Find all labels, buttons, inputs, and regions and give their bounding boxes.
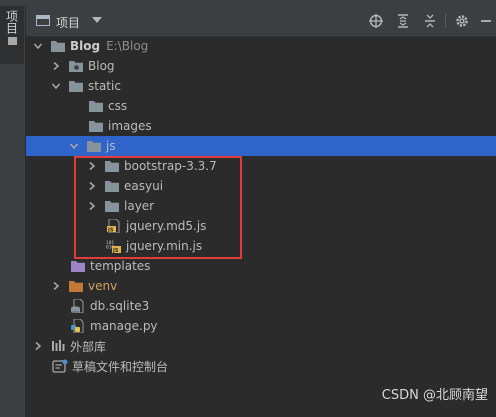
scratches-icon	[52, 359, 68, 373]
tree-row[interactable]: JS jquery.md5.js	[26, 216, 496, 236]
tree-row[interactable]: Blog	[26, 56, 496, 76]
tree-row[interactable]: 101 010 JS jquery.min.js	[26, 236, 496, 256]
collapse-all-icon[interactable]	[422, 13, 438, 29]
tree-row[interactable]: Blog E:\Blog	[26, 36, 496, 56]
tree-item-label: manage.py	[90, 319, 158, 333]
tree-item-label: js	[106, 139, 116, 153]
project-tree: Blog E:\Blog Blog static css images js bootstra…	[26, 36, 496, 376]
chevron-right-icon[interactable]	[50, 60, 62, 72]
project-tool-window-tab[interactable]: 项目	[0, 6, 24, 64]
tree-item-label: css	[108, 99, 128, 113]
chevron-down-icon[interactable]	[50, 80, 62, 92]
folder-icon	[86, 139, 102, 153]
folder-icon	[104, 179, 120, 193]
python-file-icon	[70, 319, 86, 333]
tree-item-label: images	[108, 119, 152, 133]
project-view-icon	[36, 15, 50, 26]
folder-icon	[104, 199, 120, 213]
chevron-right-icon[interactable]	[32, 340, 44, 352]
tree-row[interactable]: css	[26, 96, 496, 116]
chevron-right-icon[interactable]	[86, 180, 98, 192]
folder-icon	[104, 159, 120, 173]
library-icon	[50, 339, 66, 353]
venv-folder-icon	[68, 279, 84, 293]
chevron-right-icon[interactable]	[86, 200, 98, 212]
chevron-right-icon[interactable]	[86, 160, 98, 172]
chevron-right-icon[interactable]	[50, 280, 62, 292]
templates-folder-icon	[70, 259, 86, 273]
watermark: CSDN @北顾南望	[381, 388, 488, 403]
tree-row[interactable]: 外部库	[26, 336, 496, 356]
gear-icon[interactable]	[454, 13, 470, 29]
tree-row[interactable]: db.sqlite3	[26, 296, 496, 316]
folder-icon	[68, 79, 84, 93]
svg-text:JS: JS	[112, 248, 119, 253]
chevron-down-icon[interactable]	[92, 17, 102, 23]
folder-icon	[88, 119, 104, 133]
tree-row[interactable]: templates	[26, 256, 496, 276]
tree-item-label: easyui	[124, 179, 164, 193]
tree-row[interactable]: layer	[26, 196, 496, 216]
tree-row[interactable]: manage.py	[26, 316, 496, 336]
minified-js-file-icon: 101 010 JS	[106, 239, 122, 253]
package-folder-icon	[68, 59, 84, 73]
database-file-icon	[70, 299, 86, 313]
tree-row[interactable]: venv	[26, 276, 496, 296]
tree-item-label: 草稿文件和控制台	[72, 359, 169, 374]
folder-icon	[50, 39, 66, 53]
js-file-icon: JS	[106, 219, 122, 233]
tree-item-label: static	[88, 79, 121, 93]
tree-item-label: bootstrap-3.3.7	[124, 159, 217, 173]
project-tab-label: 项目	[4, 10, 19, 34]
locate-icon[interactable]	[368, 13, 384, 29]
project-toolbar: 项目	[26, 6, 496, 37]
tree-row[interactable]: bootstrap-3.3.7	[26, 156, 496, 176]
tree-item-path: E:\Blog	[106, 39, 149, 53]
tree-item-label: 外部库	[70, 339, 107, 354]
tree-row[interactable]: 草稿文件和控制台	[26, 356, 496, 376]
tree-item-label: layer	[124, 199, 155, 213]
hide-icon[interactable]	[478, 13, 494, 29]
chevron-down-icon[interactable]	[68, 140, 80, 152]
toolbar-divider	[445, 14, 446, 28]
tree-item-label: Blog	[88, 59, 115, 73]
tree-item-label: jquery.md5.js	[126, 219, 207, 233]
tree-item-label: templates	[90, 259, 151, 273]
tree-row[interactable]: easyui	[26, 176, 496, 196]
tree-item-label: jquery.min.js	[126, 239, 203, 253]
left-tool-strip	[0, 6, 26, 417]
tree-item-label: db.sqlite3	[90, 299, 150, 313]
chevron-down-icon[interactable]	[32, 40, 44, 52]
expand-all-icon[interactable]	[395, 13, 411, 29]
tree-item-label: Blog	[70, 39, 101, 53]
tree-item-label: venv	[88, 279, 118, 293]
project-tab-icon	[7, 37, 17, 45]
tree-row[interactable]: images	[26, 116, 496, 136]
tree-row[interactable]: js	[26, 136, 496, 156]
project-view-title[interactable]: 项目	[56, 14, 80, 31]
tree-row[interactable]: static	[26, 76, 496, 96]
folder-icon	[88, 99, 104, 113]
svg-text:JS: JS	[107, 227, 114, 233]
